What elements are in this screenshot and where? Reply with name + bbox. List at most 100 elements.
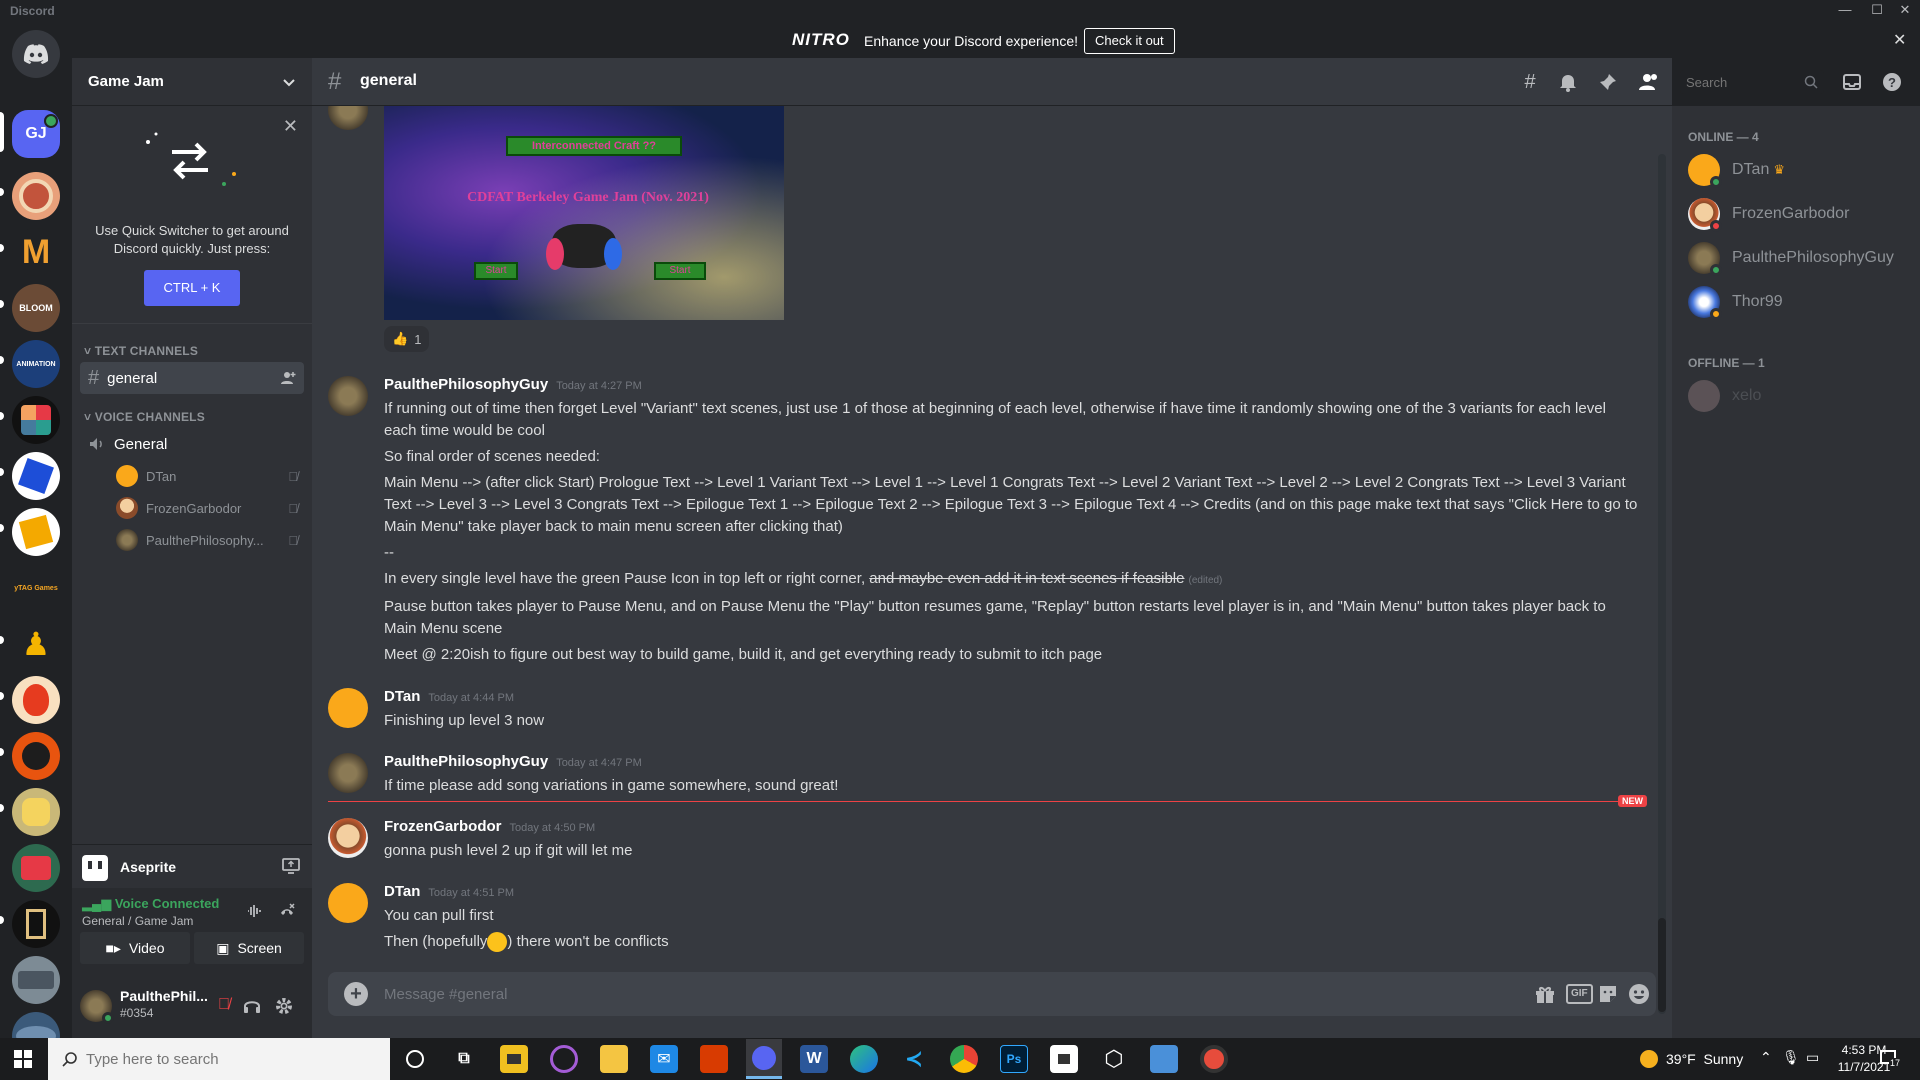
weather-text[interactable]: 39°F Sunny [1666,1051,1743,1067]
voice-channel-general[interactable]: General [80,428,304,460]
server-icon-6[interactable] [12,396,60,444]
member-item[interactable]: Thor99 [1672,280,1920,324]
edge-icon[interactable] [850,1045,878,1073]
server-icon-8[interactable] [12,508,60,556]
disconnect-icon[interactable] [278,902,296,920]
photoshop-icon[interactable]: Ps [1000,1045,1028,1073]
member-item[interactable]: FrozenGarbodor [1672,192,1920,236]
search-box[interactable] [1680,70,1824,94]
inbox-icon[interactable] [1842,72,1862,92]
message-author[interactable]: PaulthePhilosophyGuy [384,374,548,396]
obs-icon[interactable] [1200,1045,1228,1073]
channel-general[interactable]: # general [80,362,304,394]
server-icon-15[interactable] [12,900,60,948]
chevron-up-icon[interactable]: ⌃ [1760,1049,1772,1066]
server-icon-12[interactable] [12,732,60,780]
scrollbar-track[interactable] [1658,154,1666,1014]
server-icon-2[interactable] [12,172,60,220]
threads-icon[interactable]: # [1518,70,1542,94]
network-icon[interactable]: ▭ [1806,1049,1819,1066]
quick-switcher-shortcut-button[interactable]: CTRL + K [144,270,240,306]
server-icon-13[interactable] [12,788,60,836]
discord-taskbar-icon[interactable] [746,1039,782,1079]
voice-user-item[interactable]: DTan 🎙̸ [72,460,312,492]
taskbar-search-input[interactable] [86,1050,366,1068]
screen-share-icon[interactable] [282,857,300,875]
store-icon[interactable] [500,1045,528,1073]
voice-channels-category[interactable]: ˅ VOICE CHANNELS [72,394,312,428]
headphones-icon[interactable] [242,996,262,1016]
windows-start-icon[interactable] [14,1050,32,1068]
avatar[interactable] [328,376,368,416]
avatar[interactable] [328,688,368,728]
pin-icon[interactable] [1598,72,1618,92]
server-icon-11[interactable] [12,676,60,724]
sticker-icon[interactable] [1598,984,1618,1004]
server-ytag-games[interactable]: yTAG Games [12,564,60,612]
message-author[interactable]: DTan [384,686,420,708]
mute-mic-icon[interactable]: 🎙̸ [218,996,230,1014]
noise-suppression-icon[interactable] [246,902,264,920]
gif-button[interactable]: GIF [1566,984,1593,1004]
nitro-check-it-out-button[interactable]: Check it out [1084,28,1175,54]
scrollbar-thumb[interactable] [1658,918,1666,1012]
message-author[interactable]: DTan [384,881,420,903]
notification-bell-icon[interactable] [1558,72,1578,92]
word-icon[interactable]: W [800,1045,828,1073]
text-channels-category[interactable]: ˅ TEXT CHANNELS [72,324,312,362]
add-attachment-button[interactable]: + [344,982,368,1006]
maximize-button[interactable]: ☐ [1862,2,1892,20]
chrome-icon[interactable] [950,1045,978,1073]
member-item[interactable]: DTan ♛ [1672,148,1920,192]
voice-user-item[interactable]: PaulthePhilosophy... 🎙̸ [72,524,312,556]
emoji-icon[interactable] [1628,983,1650,1005]
avatar[interactable] [80,990,114,1024]
cortana-icon[interactable] [406,1050,424,1068]
close-icon[interactable]: ✕ [283,116,298,137]
weather-sun-icon[interactable] [1640,1050,1658,1068]
close-window-button[interactable]: ✕ [1890,2,1920,20]
video-button[interactable]: ■▸ Video [80,932,190,964]
gear-icon[interactable] [274,996,294,1016]
search-input[interactable] [1686,73,1796,91]
server-icon-10[interactable]: ♟ [12,620,60,668]
minimize-button[interactable]: — [1830,2,1860,20]
close-icon[interactable]: ✕ [1893,30,1906,50]
aseprite-taskbar-icon[interactable] [1050,1045,1078,1073]
member-item[interactable]: xelo [1672,374,1920,418]
avatar[interactable] [328,753,368,793]
unity-icon[interactable]: ⬡ [1100,1045,1128,1073]
guild-header[interactable]: Game Jam [72,58,312,106]
screen-button[interactable]: ▣ Screen [194,932,304,964]
taskbar-search-box[interactable] [48,1038,390,1080]
server-icon-5[interactable]: ANIMATION [12,340,60,388]
server-icon-16[interactable] [12,956,60,1004]
server-icon-4[interactable]: BLOOM [12,284,60,332]
server-icon-3[interactable]: M [12,228,60,276]
task-view-icon[interactable]: ⧉ [450,1045,478,1073]
reaction-thumbs-up[interactable]: 👍 1 [384,326,430,352]
home-button[interactable] [12,30,60,78]
microphone-icon[interactable]: 🎙 [1782,1049,1800,1066]
avatar[interactable] [328,883,368,923]
vscode-icon[interactable]: ≺ [900,1045,928,1073]
office-icon[interactable] [700,1045,728,1073]
help-icon[interactable]: ? [1882,72,1902,92]
invite-member-icon[interactable] [280,370,296,386]
voice-user-item[interactable]: FrozenGarbodor 🎙̸ [72,492,312,524]
gift-icon[interactable] [1534,984,1556,1004]
message-author[interactable]: PaulthePhilosophyGuy [384,751,548,773]
app-icon-purple[interactable] [550,1045,578,1073]
file-explorer-icon[interactable] [600,1045,628,1073]
member-item[interactable]: PaulthePhilosophyGuy [1672,236,1920,280]
server-icon-14[interactable] [12,844,60,892]
avatar[interactable] [328,818,368,858]
notification-center-icon[interactable]: 17 [1880,1050,1902,1068]
mail-icon[interactable]: ✉ [650,1045,678,1073]
message-input[interactable] [384,983,1484,1005]
member-list-icon[interactable] [1638,72,1660,92]
photos-icon[interactable] [1150,1045,1178,1073]
server-icon-7[interactable] [12,452,60,500]
message-author[interactable]: FrozenGarbodor [384,816,502,838]
attached-game-image[interactable]: Interconnected Craft ?? CDFAT Berkeley G… [384,106,784,320]
